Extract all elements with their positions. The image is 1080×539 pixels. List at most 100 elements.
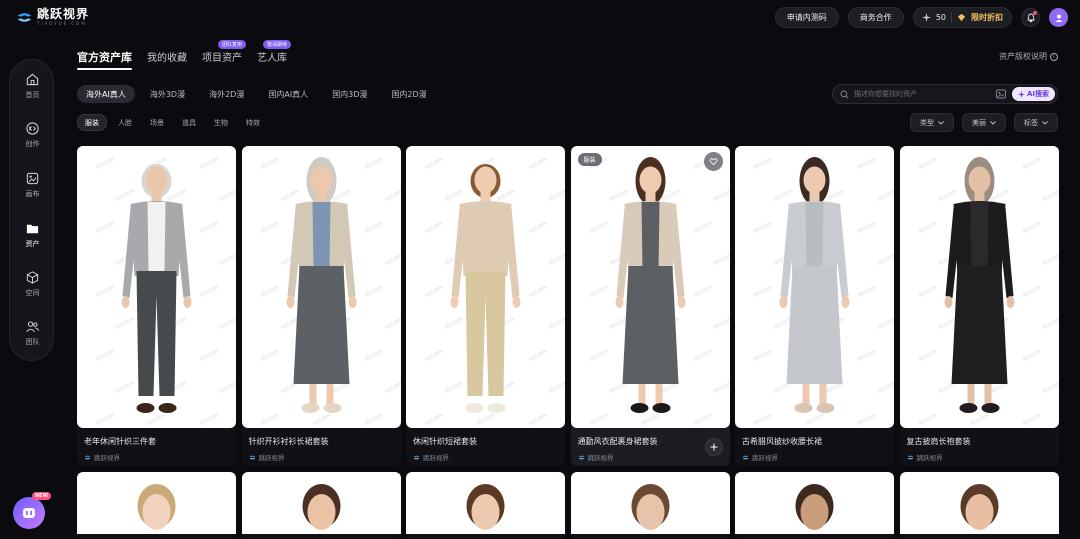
sidebar-item-space[interactable]: 空间: [10, 270, 55, 306]
sidebar-item-label: 画布: [25, 190, 40, 198]
asset-card[interactable]: 跳跃视界 跳跃视界 跳跃视界 跳跃视界 跳跃视界 跳跃视界 跳跃视界 跳跃视界 跳跃视界 跳跃视界…: [77, 146, 236, 466]
brand-mark-icon: [578, 455, 584, 459]
model-portrait: [631, 484, 669, 530]
sidebar-item-assets[interactable]: 资产: [10, 221, 55, 257]
favorite-button[interactable]: [703, 152, 723, 171]
home-icon: [26, 73, 39, 86]
asset-thumbnail[interactable]: 跳跃视界 跳跃视界 跳跃视界 跳跃视界 跳跃视界 跳跃视界 跳跃视界 跳跃视界 跳跃视界 跳跃视界…: [735, 146, 894, 428]
notification-button[interactable]: [1021, 8, 1040, 27]
category-domestic-2d[interactable]: 国内2D漫: [382, 85, 435, 103]
sidebar-item-create[interactable]: 创作: [10, 121, 55, 157]
assistant-icon: [23, 508, 35, 518]
sidebar-item-label: 团队: [25, 338, 40, 346]
filter-dropdowns: 类型 美丽 标签: [910, 113, 1058, 132]
asset-card[interactable]: [406, 472, 565, 539]
brand-name: 跳跃视界: [37, 7, 90, 21]
asset-thumbnail[interactable]: [406, 472, 565, 534]
search-bar: AI搜索: [832, 84, 1058, 104]
asset-card[interactable]: 跳跃视界 跳跃视界 跳跃视界 跳跃视界 跳跃视界 跳跃视界 跳跃视界 跳跃视界 跳跃视界 跳跃视界…: [406, 146, 565, 466]
asset-brand-name: 跳跃视界: [258, 454, 285, 462]
category-domestic-3d[interactable]: 国内3D漫: [323, 85, 376, 103]
asset-card[interactable]: [735, 472, 894, 539]
subfilter-creature[interactable]: 生物: [207, 114, 235, 131]
asset-brand: 跳跃视界: [249, 452, 285, 462]
business-button[interactable]: 商务合作: [847, 7, 904, 28]
model-figure: [286, 157, 356, 413]
tab-official-library[interactable]: 官方资产库: [77, 49, 132, 70]
chevron-down-icon: [1042, 120, 1048, 125]
subfilter-face[interactable]: 人脸: [111, 114, 139, 131]
category-domestic-ai-real[interactable]: 国内AI真人: [259, 85, 317, 103]
image-search-icon[interactable]: [995, 88, 1007, 100]
brand-mark-icon: [742, 455, 749, 459]
brand-logo[interactable]: 跳跃视界 TIAOYUE.COM: [16, 8, 89, 26]
sidebar-item-home[interactable]: 首页: [10, 72, 55, 108]
ai-assistant-button[interactable]: NEW: [13, 492, 51, 529]
sidebar-item-team[interactable]: 团队: [10, 319, 55, 355]
top-bar: 跳跃视界 TIAOYUE.COM 申请内测码 商务合作 50 限时折扣: [0, 0, 1080, 36]
dropdown-label: 类型: [920, 118, 934, 127]
apply-code-button[interactable]: 申请内测码: [774, 7, 839, 28]
brand-sub: TIAOYUE.COM: [37, 21, 87, 26]
logo-wordmark: 跳跃视界 TIAOYUE.COM: [37, 7, 90, 27]
heart-icon: [709, 158, 717, 166]
asset-card[interactable]: [77, 472, 236, 539]
asset-brand: 跳跃视界: [907, 452, 943, 462]
credits-pill[interactable]: 50 限时折扣: [912, 7, 1012, 28]
tab-my-favorites[interactable]: 我的收藏: [147, 49, 187, 69]
category-overseas-2d[interactable]: 海外2D漫: [200, 85, 253, 103]
asset-card[interactable]: [570, 472, 730, 539]
asset-card[interactable]: [899, 472, 1059, 539]
category-overseas-ai-real[interactable]: 海外AI真人: [77, 85, 135, 103]
asset-thumbnail[interactable]: [570, 472, 730, 534]
copyright-note-link[interactable]: 资产版权说明 i: [999, 51, 1058, 62]
tab-project-assets[interactable]: 项目资产 团队复用: [202, 40, 246, 69]
asset-thumbnail[interactable]: [241, 472, 401, 534]
asset-title: 针织开衫衬衫长裙套装: [248, 437, 329, 446]
subfilter-effects[interactable]: 特效: [239, 114, 267, 131]
sidebar-item-canvas[interactable]: 画布: [10, 171, 55, 207]
model-figure: [779, 157, 850, 413]
asset-brand: 跳跃视界: [742, 452, 778, 462]
diamond-icon: [957, 13, 966, 22]
tab-label: 艺人库: [257, 53, 287, 64]
tag-dropdown[interactable]: 标签: [1014, 113, 1058, 132]
tab-badge: 团队复用: [217, 40, 246, 49]
asset-thumbnail[interactable]: [899, 472, 1059, 534]
ai-search-button[interactable]: AI搜索: [1011, 87, 1055, 101]
subfilter-scene[interactable]: 场景: [143, 114, 171, 131]
asset-card[interactable]: 跳跃视界 跳跃视界 跳跃视界 跳跃视界 跳跃视界 跳跃视界 跳跃视界 跳跃视界 跳跃视界 跳跃视界…: [241, 146, 401, 466]
top-right-actions: 申请内测码 商务合作 50 限时折扣: [774, 7, 1068, 28]
model-figure: [121, 164, 192, 413]
asset-thumbnail[interactable]: [735, 472, 894, 534]
plus-icon: [710, 443, 717, 451]
asset-card[interactable]: [241, 472, 401, 539]
credits-divider: [951, 12, 952, 23]
asset-thumbnail[interactable]: 跳跃视界 跳跃视界 跳跃视界 跳跃视界 跳跃视界 跳跃视界 跳跃视界 跳跃视界 跳跃视界 跳跃视界…: [899, 146, 1059, 428]
asset-card[interactable]: 跳跃视界 跳跃视界 跳跃视界 跳跃视界 跳跃视界 跳跃视界 跳跃视界 跳跃视界 跳跃视界 跳跃视界…: [899, 146, 1059, 466]
asset-card[interactable]: 跳跃视界 跳跃视界 跳跃视界 跳跃视界 跳跃视界 跳跃视界 跳跃视界 跳跃视界 跳跃视界 跳跃视界…: [570, 146, 730, 466]
type-dropdown[interactable]: 类型: [910, 113, 954, 132]
asset-thumbnail[interactable]: 跳跃视界 跳跃视界 跳跃视界 跳跃视界 跳跃视界 跳跃视界 跳跃视界 跳跃视界 跳跃视界 跳跃视界…: [570, 146, 730, 428]
asset-brand-name: 跳跃视界: [587, 454, 614, 462]
subfilter-prop[interactable]: 道具: [175, 114, 203, 131]
model-figure: [450, 164, 521, 413]
asset-thumbnail[interactable]: [77, 472, 236, 534]
asset-thumbnail[interactable]: 跳跃视界 跳跃视界 跳跃视界 跳跃视界 跳跃视界 跳跃视界 跳跃视界 跳跃视界 跳跃视界 跳跃视界…: [241, 146, 401, 428]
style-dropdown[interactable]: 美丽: [962, 113, 1006, 132]
add-asset-button[interactable]: [704, 438, 723, 456]
tab-label: 我的收藏: [147, 53, 187, 64]
model-portrait: [960, 484, 998, 530]
canvas-icon: [26, 172, 39, 185]
user-avatar[interactable]: [1049, 8, 1068, 27]
asset-thumbnail[interactable]: 跳跃视界 跳跃视界 跳跃视界 跳跃视界 跳跃视界 跳跃视界 跳跃视界 跳跃视界 跳跃视界 跳跃视界…: [77, 146, 236, 428]
search-input[interactable]: [854, 90, 995, 98]
sparkle-icon: [1017, 90, 1025, 98]
tab-artist-library[interactable]: 艺人库 敬请期待: [257, 40, 291, 69]
category-overseas-3d[interactable]: 海外3D漫: [141, 85, 194, 103]
sidebar-item-label: 创作: [25, 140, 40, 148]
subfilter-clothing[interactable]: 服装: [77, 114, 107, 131]
asset-card[interactable]: 跳跃视界 跳跃视界 跳跃视界 跳跃视界 跳跃视界 跳跃视界 跳跃视界 跳跃视界 跳跃视界 跳跃视界…: [735, 146, 894, 466]
create-icon: [26, 122, 39, 135]
asset-thumbnail[interactable]: 跳跃视界 跳跃视界 跳跃视界 跳跃视界 跳跃视界 跳跃视界 跳跃视界 跳跃视界 跳跃视界 跳跃视界…: [406, 146, 565, 428]
